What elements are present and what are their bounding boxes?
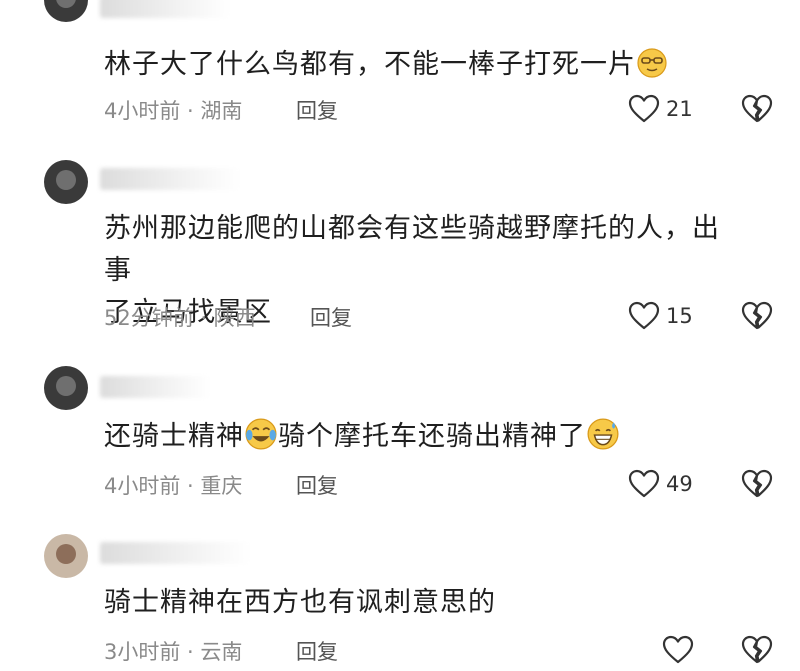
like-button[interactable]: 49	[628, 468, 693, 500]
broken-heart-icon[interactable]	[740, 300, 774, 332]
comment-text: 骑士精神在西方也有讽刺意思的	[104, 587, 496, 618]
username-blurred[interactable]	[100, 376, 210, 398]
reply-button[interactable]: 回复	[296, 636, 338, 666]
like-button[interactable]: 21	[628, 93, 693, 125]
comment-meta: 3小时前 · 云南	[104, 640, 243, 664]
grinning-sweat-emoji-icon	[587, 418, 619, 450]
avatar[interactable]	[44, 0, 88, 22]
comment-meta: 4小时前 · 重庆	[104, 474, 243, 498]
comment-meta: 4小时前 · 湖南	[104, 99, 243, 123]
username-blurred[interactable]	[100, 542, 250, 564]
avatar[interactable]	[44, 534, 88, 578]
like-button[interactable]	[662, 634, 700, 666]
like-button[interactable]: 15	[628, 300, 693, 332]
reply-button[interactable]: 回复	[296, 95, 338, 125]
comment-meta: 52分钟前 · 陕西	[104, 306, 256, 330]
tears-of-joy-emoji-icon	[245, 418, 277, 450]
avatar[interactable]	[44, 160, 88, 204]
heart-outline-icon	[628, 300, 660, 332]
broken-heart-icon[interactable]	[740, 93, 774, 125]
comment-text: 林子大了什么鸟都有，不能一棒子打死一片	[104, 44, 740, 86]
heart-outline-icon	[662, 634, 694, 666]
broken-heart-icon[interactable]	[740, 468, 774, 500]
like-count: 21	[666, 97, 693, 121]
comment-text: 还骑士精神 骑个摩托车还骑出精神了	[104, 416, 740, 458]
avatar[interactable]	[44, 366, 88, 410]
username-blurred[interactable]	[100, 0, 230, 18]
broken-heart-icon[interactable]	[740, 634, 774, 666]
glasses-face-emoji-icon	[637, 48, 667, 78]
like-count: 49	[666, 472, 693, 496]
heart-outline-icon	[628, 468, 660, 500]
heart-outline-icon	[628, 93, 660, 125]
reply-button[interactable]: 回复	[310, 302, 352, 332]
like-count: 15	[666, 304, 693, 328]
reply-button[interactable]: 回复	[296, 470, 338, 500]
username-blurred[interactable]	[100, 168, 240, 190]
